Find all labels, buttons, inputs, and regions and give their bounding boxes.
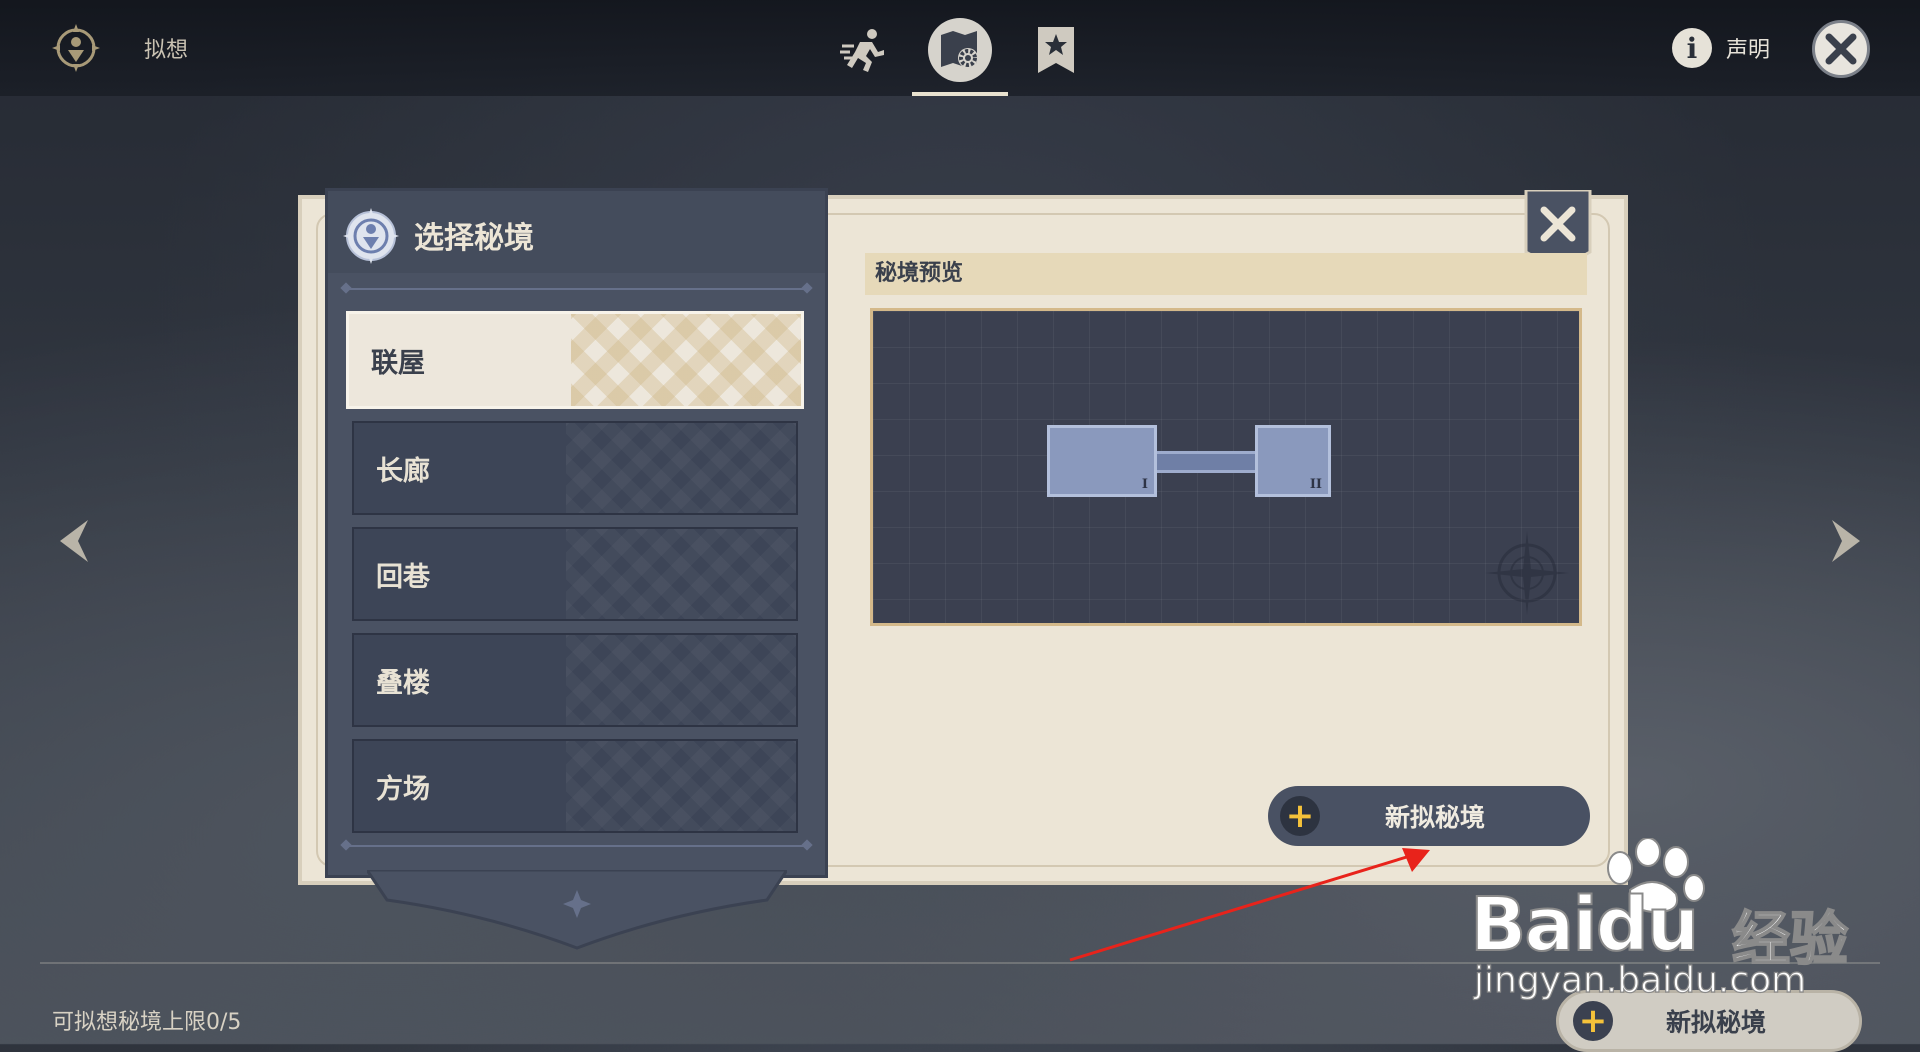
tab-run[interactable]	[828, 14, 900, 86]
list-item-label: 长廊	[376, 455, 430, 487]
baidu-jingyan-watermark: Baidu 经验 jingyan.baidu.com	[1469, 838, 1890, 1008]
room-tile: II	[1255, 425, 1331, 497]
footer-new-domain-button-label: 新拟秘境	[1665, 1008, 1766, 1037]
list-item[interactable]: 长廊	[352, 421, 798, 515]
tab-map-edit[interactable]	[924, 14, 996, 86]
run-icon	[840, 29, 884, 72]
list-item-label: 联屋	[371, 347, 425, 379]
corridor-tile	[1157, 451, 1255, 473]
close-icon	[1825, 33, 1857, 65]
preview-heading: 秘境预览	[865, 253, 1587, 295]
list-item-label: 叠楼	[376, 667, 430, 699]
top-bar: 拟想 i 声明	[0, 0, 1920, 96]
map-gear-icon	[941, 31, 978, 68]
domain-map-preview: I II	[870, 308, 1582, 626]
room-number: II	[1309, 477, 1322, 492]
list-item[interactable]: 联屋	[346, 311, 804, 409]
divider	[346, 845, 807, 847]
list-item[interactable]: 叠楼	[352, 633, 798, 727]
bookmark-star-icon	[1038, 27, 1074, 73]
new-domain-button-label: 新拟秘境	[1384, 803, 1485, 832]
compass-rose-icon	[1485, 531, 1569, 615]
previous-arrow-icon[interactable]	[54, 518, 94, 564]
plus-icon: +	[1280, 796, 1320, 836]
panel-header: 选择秘境	[328, 191, 825, 273]
compass-emblem-icon	[342, 207, 400, 265]
room-number: I	[1141, 477, 1148, 492]
close-page-button[interactable]	[1812, 20, 1870, 78]
list-item-label: 回巷	[376, 561, 430, 593]
room-tile: I	[1047, 425, 1157, 497]
declaration-link[interactable]: 声明	[1726, 32, 1770, 64]
watermark-url: jingyan.baidu.com	[1473, 959, 1807, 1001]
divider	[346, 288, 807, 290]
next-arrow-icon[interactable]	[1826, 518, 1866, 564]
watermark-brand: Baidu	[1469, 881, 1700, 969]
list-item[interactable]: 方场	[352, 739, 798, 833]
domain-list: 联屋 长廊 回巷 叠楼 方场	[346, 311, 808, 845]
page-title: 拟想	[144, 38, 189, 63]
info-icon[interactable]: i	[1672, 28, 1712, 68]
tab-bookmarks[interactable]	[1020, 14, 1092, 86]
panel-title: 选择秘境	[414, 221, 534, 256]
new-domain-button[interactable]: + 新拟秘境	[1268, 786, 1590, 846]
panel-bottom-ornament	[364, 868, 790, 950]
annotation-arrow	[1069, 848, 1430, 962]
domain-limit-counter: 可拟想秘境上限0/5	[52, 1010, 242, 1035]
active-tab-indicator	[912, 92, 1008, 96]
compass-emblem-icon	[50, 22, 102, 74]
list-item-label: 方场	[376, 773, 430, 805]
list-item[interactable]: 回巷	[352, 527, 798, 621]
domain-list-panel: 选择秘境 联屋 长廊 回巷 叠楼 方场	[325, 188, 828, 878]
